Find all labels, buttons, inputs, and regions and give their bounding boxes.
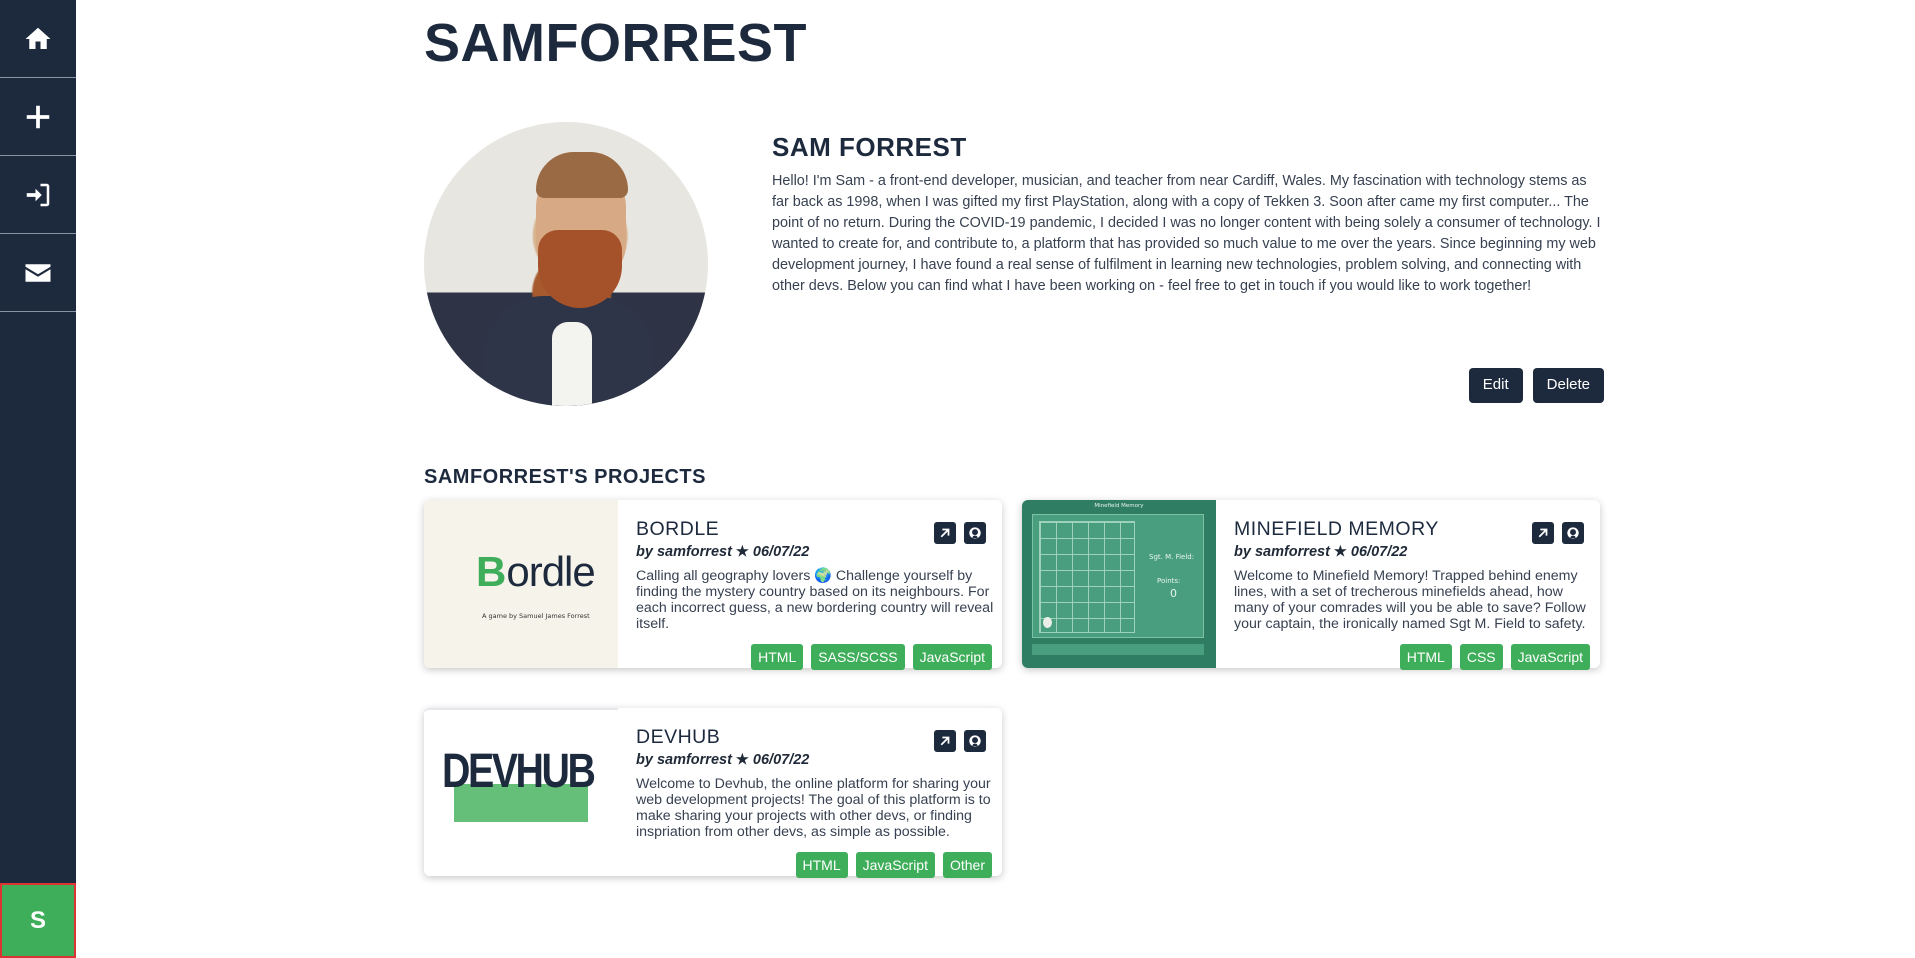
profile-bio: SAM FORREST Hello! I'm Sam - a front-end…	[772, 122, 1604, 297]
profile-section: SAM FORREST Hello! I'm Sam - a front-end…	[424, 122, 1604, 434]
tag-javascript[interactable]: JavaScript	[912, 644, 992, 670]
minefield-board: Sgt. M. Field: Points: 0	[1032, 514, 1204, 638]
thumb-logo-rest: ordle	[506, 548, 595, 595]
project-tags: HTML JavaScript Other	[795, 852, 992, 878]
nav-login-button[interactable]	[0, 156, 76, 234]
home-icon	[25, 27, 51, 49]
project-date: 06/07/22	[752, 752, 810, 768]
project-card-devhub[interactable]: DEVHUB DEVHUB by samforrest ★ 06/07/22 Wel…	[424, 708, 1002, 878]
nav-home-button[interactable]	[0, 0, 76, 78]
delete-button[interactable]: Delete	[1532, 368, 1604, 403]
plus-icon	[26, 105, 50, 128]
star-icon[interactable]: ★	[1334, 544, 1347, 560]
project-date: 06/07/22	[752, 544, 810, 560]
project-description: Calling all geography lovers 🌍 Challenge…	[636, 568, 994, 632]
project-thumbnail: Bordle A game by Samuel James Forrest	[424, 500, 618, 668]
user-avatar-button[interactable]: S	[0, 883, 76, 958]
project-card-minefield-memory[interactable]: Minefield Memory Sgt. M. Field: Points: …	[1022, 500, 1600, 670]
project-meta: by samforrest ★ 06/07/22	[1234, 544, 1588, 560]
sidebar: S	[0, 0, 76, 958]
star-icon[interactable]: ★	[736, 752, 749, 768]
profile-name: SAM FORREST	[772, 132, 967, 162]
project-tags: HTML SASS/SCSS JavaScript	[751, 644, 992, 670]
main-content: SAMFORREST SAM FORREST Hello! I'm Sam - …	[424, 0, 1604, 878]
github-icon[interactable]	[964, 522, 986, 544]
project-meta: by samforrest ★ 06/07/22	[636, 752, 990, 768]
thumb-points-label: Points:	[1157, 577, 1181, 585]
github-icon[interactable]	[964, 730, 986, 752]
tag-css[interactable]: CSS	[1459, 644, 1503, 670]
tag-html[interactable]: HTML	[795, 852, 848, 878]
sign-in-icon	[26, 183, 50, 206]
page-title: SAMFORREST	[424, 13, 807, 78]
tag-javascript[interactable]: JavaScript	[855, 852, 935, 878]
user-initial: S	[29, 906, 46, 934]
project-date: 06/07/22	[1350, 544, 1408, 560]
project-author[interactable]: by samforrest	[636, 752, 732, 768]
tag-javascript[interactable]: JavaScript	[1510, 644, 1590, 670]
project-tags: HTML CSS JavaScript	[1399, 644, 1590, 670]
project-author[interactable]: by samforrest	[1234, 544, 1330, 560]
project-meta: by samforrest ★ 06/07/22	[636, 544, 990, 560]
project-thumbnail: DEVHUB	[424, 708, 618, 876]
projects-section-title: SAMFORREST'S PROJECTS	[424, 466, 706, 488]
thumb-title: Minefield Memory	[1094, 503, 1144, 509]
thumb-logo: DEVHUB	[442, 745, 596, 798]
envelope-icon	[25, 263, 51, 282]
project-description: Welcome to Devhub, the online platform f…	[636, 776, 991, 840]
project-thumbnail: Minefield Memory Sgt. M. Field: Points: …	[1022, 500, 1216, 668]
project-links	[934, 730, 986, 752]
tag-html[interactable]: HTML	[751, 644, 804, 670]
profile-bio-text: Hello! I'm Sam - a front-end developer, …	[772, 173, 1601, 294]
project-links	[1532, 522, 1584, 544]
star-icon[interactable]: ★	[736, 544, 749, 560]
project-card-bordle[interactable]: Bordle A game by Samuel James Forrest BO…	[424, 500, 1002, 670]
tag-sass[interactable]: SASS/SCSS	[811, 644, 905, 670]
project-description: Welcome to Minefield Memory! Trapped beh…	[1234, 568, 1586, 632]
tag-other[interactable]: Other	[942, 852, 992, 878]
project-author[interactable]: by samforrest	[636, 544, 732, 560]
external-link-icon[interactable]	[1532, 522, 1554, 544]
profile-photo	[424, 122, 708, 406]
external-link-icon[interactable]	[934, 522, 956, 544]
page-title-text: SAMFORREST	[424, 13, 807, 73]
external-link-icon[interactable]	[934, 730, 956, 752]
profile-actions: Edit Delete	[1468, 368, 1604, 403]
tag-html[interactable]: HTML	[1399, 644, 1452, 670]
thumb-points-value: 0	[1170, 587, 1177, 600]
thumb-sgt-label: Sgt. M. Field:	[1149, 553, 1195, 561]
project-links	[934, 522, 986, 544]
edit-button[interactable]: Edit	[1468, 368, 1523, 403]
thumb-logo-b: B	[476, 548, 507, 595]
thumb-subtext: A game by Samuel James Forrest	[482, 612, 590, 620]
nav-add-project-button[interactable]	[0, 78, 76, 156]
nav-contact-button[interactable]	[0, 234, 76, 312]
github-icon[interactable]	[1562, 522, 1584, 544]
